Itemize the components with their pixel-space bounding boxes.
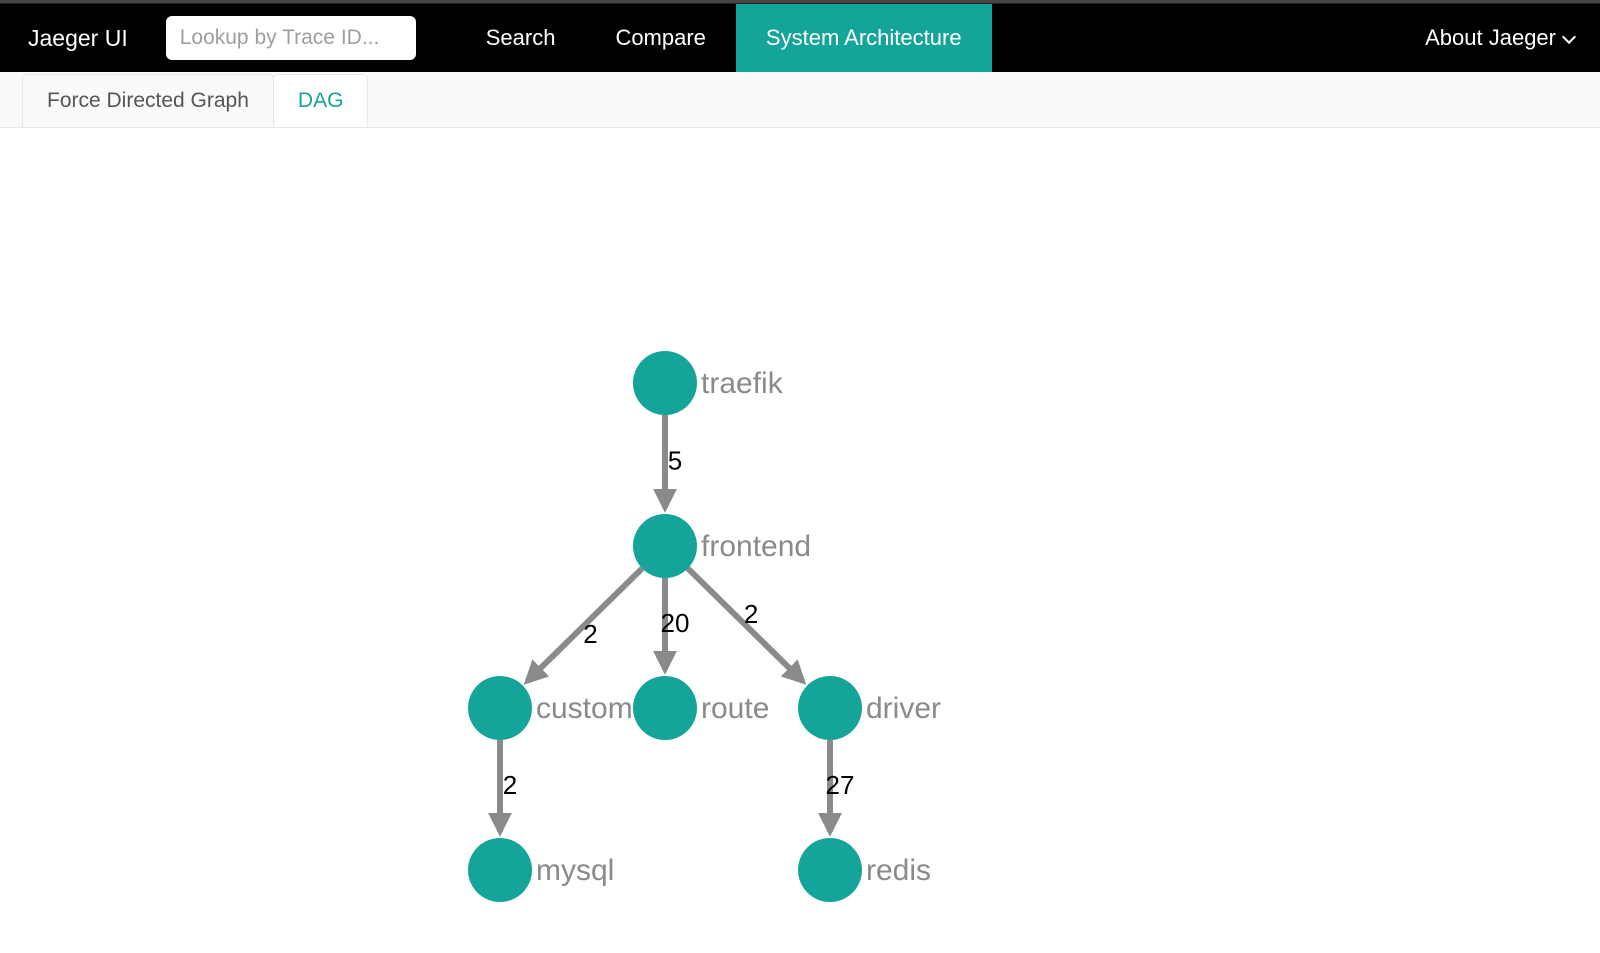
node-label-redis: redis	[866, 854, 931, 887]
node-customer[interactable]	[468, 676, 532, 740]
about-jaeger-label: About Jaeger	[1425, 25, 1556, 51]
node-label-frontend: frontend	[701, 530, 811, 563]
node-redis[interactable]	[798, 838, 862, 902]
tab-bar: Force Directed Graph DAG	[0, 72, 1600, 128]
edge-label-frontend-driver: 2	[744, 599, 758, 629]
edge-label-customer-mysql: 2	[503, 770, 517, 800]
edge-label-traefik-frontend: 5	[668, 446, 682, 476]
brand-title[interactable]: Jaeger UI	[0, 25, 156, 52]
node-mysql[interactable]	[468, 838, 532, 902]
chevron-down-icon	[1562, 29, 1576, 43]
trace-lookup-input[interactable]	[166, 16, 416, 60]
node-frontend[interactable]	[633, 514, 697, 578]
about-jaeger-dropdown[interactable]: About Jaeger	[1399, 25, 1600, 51]
edge-label-frontend-route: 20	[661, 608, 690, 638]
node-label-mysql: mysql	[536, 854, 614, 887]
nav-compare[interactable]: Compare	[585, 4, 735, 72]
tab-force-directed-graph[interactable]: Force Directed Graph	[22, 74, 274, 127]
node-label-driver: driver	[866, 692, 941, 725]
edge-label-frontend-customer: 2	[583, 619, 597, 649]
graph-canvas[interactable]: 52202227 traefikfrontendcustomerroutedri…	[0, 128, 1600, 953]
node-driver[interactable]	[798, 676, 862, 740]
nav-search[interactable]: Search	[456, 4, 586, 72]
tab-dag[interactable]: DAG	[273, 74, 369, 127]
edge-label-driver-redis: 27	[826, 770, 855, 800]
navbar: Jaeger UI Search Compare System Architec…	[0, 4, 1600, 72]
node-route[interactable]	[633, 676, 697, 740]
nav-system-architecture[interactable]: System Architecture	[736, 4, 992, 72]
trace-lookup-wrap	[156, 16, 426, 60]
node-traefik[interactable]	[633, 351, 697, 415]
node-label-traefik: traefik	[701, 367, 784, 400]
nav-links: Search Compare System Architecture	[456, 4, 992, 72]
dag-svg[interactable]: 52202227 traefikfrontendcustomerroutedri…	[0, 128, 1600, 953]
node-label-route: route	[701, 692, 769, 725]
